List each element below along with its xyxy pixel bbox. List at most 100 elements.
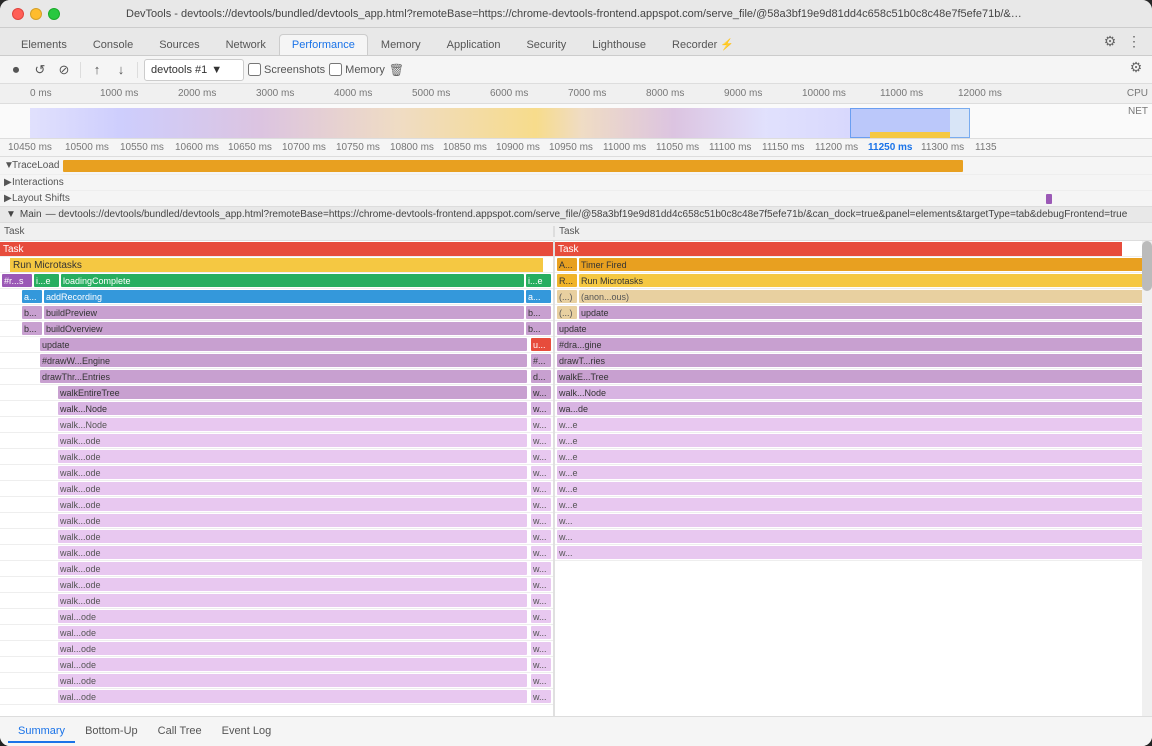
upload-button[interactable]: ↑ [87, 60, 107, 80]
wode-col2-1[interactable]: w... [531, 434, 551, 447]
bp-col1[interactable]: b... [22, 306, 42, 319]
wode-bar-17[interactable]: wal...ode [58, 690, 527, 703]
memory-input[interactable] [329, 63, 342, 76]
wade-r-bar[interactable]: wa...de [557, 402, 1150, 415]
wode-bar-9[interactable]: walk...ode [58, 562, 527, 575]
wode-col2-6[interactable]: w... [531, 514, 551, 527]
an-ellipsis[interactable]: (...) [557, 290, 577, 303]
reload-button[interactable]: ↺ [30, 60, 50, 80]
drag-r-bar[interactable]: #dra...gine [557, 338, 1150, 351]
wn-col1[interactable]: walk...Node [58, 402, 527, 415]
maximize-button[interactable] [48, 8, 60, 20]
ar-col2[interactable]: addRecording [44, 290, 524, 303]
dwe-col1[interactable]: #drawW...Engine [40, 354, 527, 367]
wode-col2-14[interactable]: w... [531, 642, 551, 655]
bp-col3[interactable]: b... [526, 306, 551, 319]
bo-col2[interactable]: buildOverview [44, 322, 524, 335]
wode-bar-16[interactable]: wal...ode [58, 674, 527, 687]
w-right-bar-8[interactable]: w... [557, 546, 1150, 559]
lc-col2[interactable]: i...e [34, 274, 59, 287]
bo-col3[interactable]: b... [526, 322, 551, 335]
tab-event-log[interactable]: Event Log [212, 721, 282, 743]
wode-col2-13[interactable]: w... [531, 626, 551, 639]
tab-bottom-up[interactable]: Bottom-Up [75, 721, 148, 743]
wode-col2-0[interactable]: w... [531, 418, 551, 431]
wode-bar-6[interactable]: walk...ode [58, 514, 527, 527]
tab-call-tree[interactable]: Call Tree [148, 721, 212, 743]
wode-bar-3[interactable]: walk...ode [58, 466, 527, 479]
wode-bar-15[interactable]: wal...ode [58, 658, 527, 671]
wode-col2-10[interactable]: w... [531, 578, 551, 591]
tf-a[interactable]: A... [557, 258, 577, 271]
wode-bar-7[interactable]: walk...ode [58, 530, 527, 543]
walkn-r-bar[interactable]: walk...Node [557, 386, 1150, 399]
dwe-col2[interactable]: #... [531, 354, 551, 367]
wode-col2-5[interactable]: w... [531, 498, 551, 511]
wet-col1[interactable]: walkEntireTree [58, 386, 527, 399]
w-right-bar-0[interactable]: w...e [557, 418, 1150, 431]
tab-performance[interactable]: Performance [279, 34, 368, 55]
flame-left-panel[interactable]: Task Run Microtasks #r...s i...e loading… [0, 241, 555, 716]
tab-network[interactable]: Network [213, 34, 279, 55]
wode-bar-10[interactable]: walk...ode [58, 578, 527, 591]
w-right-bar-7[interactable]: w... [557, 530, 1150, 543]
w-right-bar-3[interactable]: w...e [557, 466, 1150, 479]
task-bar-left[interactable]: Task [0, 242, 553, 256]
wn-col2[interactable]: w... [531, 402, 551, 415]
wode-bar-5[interactable]: walk...ode [58, 498, 527, 511]
wode-bar-2[interactable]: walk...ode [58, 450, 527, 463]
wode-bar-11[interactable]: walk...ode [58, 594, 527, 607]
right-scrollbar[interactable] [1142, 241, 1152, 716]
rm-r[interactable]: R... [557, 274, 577, 287]
flame-right-panel[interactable]: Task A... Timer Fired R... Run Microtask… [555, 241, 1152, 716]
tab-console[interactable]: Console [80, 34, 146, 55]
right-scroll-thumb[interactable] [1142, 241, 1152, 291]
ar-col1[interactable]: a... [22, 290, 42, 303]
tab-application[interactable]: Application [434, 34, 514, 55]
dte-col2[interactable]: d... [531, 370, 551, 383]
run-microtasks-bar[interactable]: Run Microtasks [10, 258, 543, 272]
w-right-bar-1[interactable]: w...e [557, 434, 1150, 447]
download-button[interactable]: ↓ [111, 60, 131, 80]
wode-col2-7[interactable]: w... [531, 530, 551, 543]
minimize-button[interactable] [30, 8, 42, 20]
wode-col2-3[interactable]: w... [531, 466, 551, 479]
lc-col3[interactable]: loadingComplete [61, 274, 524, 287]
bp-col2[interactable]: buildPreview [44, 306, 524, 319]
wode-bar-12[interactable]: wal...ode [58, 610, 527, 623]
memory-checkbox[interactable]: Memory [329, 63, 385, 76]
wode-bar-14[interactable]: wal...ode [58, 642, 527, 655]
wode-col2-4[interactable]: w... [531, 482, 551, 495]
wode-col2-17[interactable]: w... [531, 690, 551, 703]
timeline-overview[interactable]: 0 ms 1000 ms 2000 ms 3000 ms 4000 ms 500… [0, 84, 1152, 139]
toolbar-settings-icon[interactable]: ⚙ [1126, 58, 1146, 78]
tab-memory[interactable]: Memory [368, 34, 434, 55]
wode-col2-11[interactable]: w... [531, 594, 551, 607]
wode-bar-13[interactable]: wal...ode [58, 626, 527, 639]
tab-elements[interactable]: Elements [8, 34, 80, 55]
close-button[interactable] [12, 8, 24, 20]
upd2-r-bar[interactable]: update [557, 322, 1150, 335]
lc-col4[interactable]: i...e [526, 274, 551, 287]
tab-recorder[interactable]: Recorder ⚡ [659, 33, 747, 55]
an-bar[interactable]: (anon...ous) [579, 290, 1150, 303]
upd-r-bar[interactable]: update [579, 306, 1150, 319]
drawt-r-bar[interactable]: drawT...ries [557, 354, 1150, 367]
task-bar-right[interactable]: Task [555, 242, 1122, 256]
rm-bar[interactable]: Run Microtasks [579, 274, 1150, 287]
clear-button[interactable]: ⊘ [54, 60, 74, 80]
upd-red[interactable]: u... [531, 338, 551, 351]
wode-col2-12[interactable]: w... [531, 610, 551, 623]
more-options-icon[interactable]: ⋮ [1124, 31, 1144, 51]
wode-col2-9[interactable]: w... [531, 562, 551, 575]
wode-bar-1[interactable]: walk...ode [58, 434, 527, 447]
walke-r-bar[interactable]: walkE...Tree [557, 370, 1150, 383]
w-right-bar-2[interactable]: w...e [557, 450, 1150, 463]
tf-bar[interactable]: Timer Fired [579, 258, 1150, 271]
wet-col2[interactable]: w... [531, 386, 551, 399]
trash-button[interactable]: 🗑 [389, 63, 404, 77]
wode-col2-2[interactable]: w... [531, 450, 551, 463]
wode-bar-8[interactable]: walk...ode [58, 546, 527, 559]
wode-bar-4[interactable]: walk...ode [58, 482, 527, 495]
tab-sources[interactable]: Sources [146, 34, 212, 55]
